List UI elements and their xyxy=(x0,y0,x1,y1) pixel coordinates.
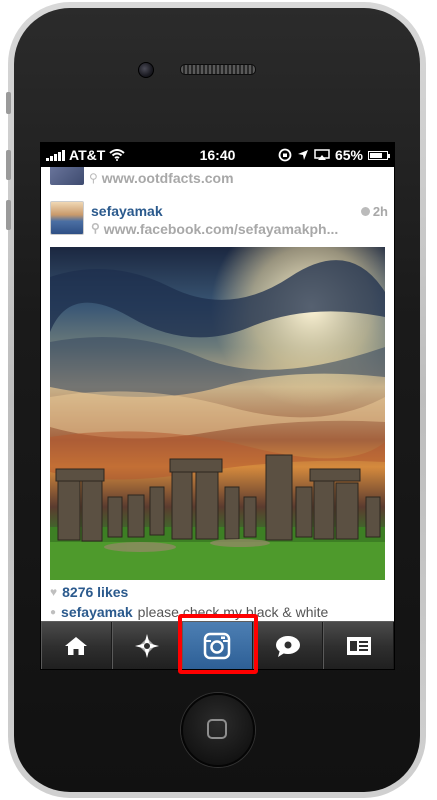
mute-switch xyxy=(6,92,11,114)
caption-username[interactable]: sefayamak xyxy=(61,604,133,620)
volume-down-button xyxy=(6,200,11,230)
tab-profile[interactable] xyxy=(323,622,394,669)
rotation-lock-icon xyxy=(278,148,292,162)
heart-icon: ♥ xyxy=(50,585,58,599)
earpiece-speaker xyxy=(180,64,256,75)
camera-tab-highlight xyxy=(178,614,258,674)
status-bar: AT&T 16:40 65% xyxy=(41,143,394,167)
profile-card-icon xyxy=(346,637,371,655)
tab-explore[interactable] xyxy=(111,622,183,669)
previous-post-location[interactable]: ⚲ www.ootdfacts.com xyxy=(89,167,394,189)
post-username[interactable]: sefayamak xyxy=(91,203,163,219)
home-button[interactable] xyxy=(181,693,255,767)
battery-icon xyxy=(368,150,390,160)
speech-bubble-icon xyxy=(276,636,301,657)
tab-news[interactable] xyxy=(252,622,324,669)
screen: AT&T 16:40 65% ⚲ www.ootdfacts.com sefay… xyxy=(40,142,395,670)
front-camera xyxy=(138,62,154,78)
home-button-square-icon xyxy=(207,719,227,739)
tab-home[interactable] xyxy=(41,622,112,669)
likes-row[interactable]: ♥ 8276 likes xyxy=(50,584,128,600)
comment-bubble-icon: ● xyxy=(50,607,57,618)
clock-icon xyxy=(360,207,370,216)
battery-percent: 65% xyxy=(334,147,363,163)
previous-post-avatar[interactable] xyxy=(50,167,84,185)
house-icon xyxy=(65,637,88,655)
post-time: 2h xyxy=(360,204,388,219)
feed[interactable]: ⚲ www.ootdfacts.com sefayamak 2h ⚲ www.f… xyxy=(41,167,394,621)
star-icon xyxy=(134,634,159,658)
airplay-icon xyxy=(314,149,330,160)
stonehenge-photo xyxy=(50,247,385,580)
location-arrow-icon xyxy=(297,150,308,160)
volume-up-button xyxy=(6,150,11,180)
location-pin-icon: ⚲ xyxy=(89,171,98,185)
post-photo[interactable] xyxy=(50,247,385,580)
avatar[interactable] xyxy=(50,201,84,235)
likes-count[interactable]: 8276 likes xyxy=(62,584,128,600)
location-pin-icon: ⚲ xyxy=(91,221,100,235)
post-header: sefayamak 2h ⚲ www.facebook.com/sefayama… xyxy=(41,195,394,245)
post-location[interactable]: ⚲ www.facebook.com/sefayamakph... xyxy=(91,221,338,237)
